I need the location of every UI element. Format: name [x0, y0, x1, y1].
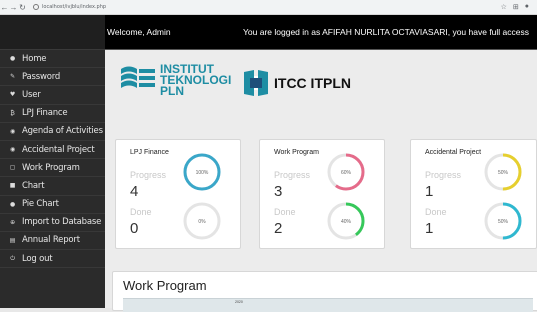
card-accidental-project: Accidental Project Progress 1 Done 1 50%… [410, 139, 537, 249]
sidebar-item-label: Password [22, 71, 61, 82]
work-program-title: Work Program [123, 278, 207, 293]
done-ring: 0% [183, 202, 221, 240]
project-icon: ◉ [9, 146, 16, 154]
card-title: LPJ Finance [130, 149, 169, 156]
forward-icon[interactable]: → [9, 3, 18, 12]
itcc-title: ITCC ITPLN [274, 75, 351, 91]
sidebar-item-pie-chart[interactable]: ● Pie Chart [0, 196, 105, 214]
sidebar-item-label: Accidental Project [22, 144, 95, 155]
logo-line-pln: PLN [160, 83, 184, 98]
itpln-logo: INSTITUT TEKNOLOGI PLN [119, 63, 231, 97]
year-header: 2020 [235, 300, 243, 304]
work-program-icon: ▢ [9, 164, 16, 172]
sidebar-item-annual-report[interactable]: ▤ Annual Report [0, 232, 105, 251]
user-icon: ♥ [9, 91, 16, 99]
account-icon[interactable]: ● [525, 3, 529, 11]
sidebar-item-password[interactable]: ✎ Password [0, 68, 105, 87]
url-text: localhost/ivjblu/index.php [42, 4, 107, 10]
progress-percent: 50% [498, 170, 509, 176]
sidebar-item-accidental-project[interactable]: ◉ Accidental Project [0, 141, 105, 160]
itcc-emblem-icon [244, 70, 268, 96]
done-percent: 40% [341, 219, 352, 225]
done-value: 0 [130, 220, 139, 237]
card-lpj-finance: LPJ Finance Progress 4 Done 0 100% 0% [115, 139, 241, 249]
sidebar-item-home[interactable]: ● Home [0, 50, 105, 69]
sidebar-item-label: Work Program [22, 162, 80, 173]
finance-icon: ₿ [10, 109, 15, 117]
sidebar-item-label: Home [22, 53, 47, 64]
card-title: Accidental Project [425, 149, 482, 156]
sidebar-item-lpj-finance[interactable]: ₿ LPJ Finance [0, 105, 105, 123]
sidebar-item-agenda[interactable]: ◉ Agenda of Activities [0, 123, 105, 141]
sidebar-item-label: User [22, 89, 41, 100]
sidebar-item-label: Log out [22, 253, 53, 264]
sidebar-item-label: LPJ Finance [22, 108, 68, 119]
done-percent: 0% [198, 219, 206, 225]
sidebar-header [0, 15, 105, 50]
card-title: Work Program [274, 149, 319, 156]
logout-icon: ⏻ [10, 254, 15, 262]
done-ring: 50% [484, 202, 522, 240]
main-content: INSTITUT TEKNOLOGI PLN ITCC ITPLN LPJ Fi… [105, 50, 537, 312]
import-icon: ⊕ [10, 218, 15, 226]
done-value: 1 [425, 220, 434, 237]
bookmark-star-icon[interactable]: ☆ [501, 3, 507, 11]
report-icon: ▤ [9, 236, 16, 244]
card-work-program: Work Program Progress 3 Done 2 60% 40% [259, 139, 385, 249]
welcome-text: Welcome, Admin [107, 27, 171, 37]
progress-label: Progress [274, 170, 311, 180]
work-program-table-header: 2020 [123, 298, 533, 312]
pie-chart-icon: ● [9, 200, 16, 208]
progress-percent: 100% [196, 170, 209, 176]
progress-label: Progress [130, 170, 167, 180]
progress-value: 3 [274, 183, 283, 200]
site-info-icon[interactable] [33, 4, 39, 10]
done-percent: 50% [498, 219, 509, 225]
done-label: Done [274, 207, 296, 217]
sidebar-item-chart[interactable]: ■ Chart [0, 177, 105, 196]
done-ring: 40% [327, 202, 365, 240]
done-value: 2 [274, 220, 283, 237]
progress-ring: 60% [327, 153, 365, 191]
progress-ring: 50% [484, 153, 522, 191]
sidebar-item-label: Pie Chart [22, 199, 59, 210]
sidebar-item-label: Annual Report [22, 235, 80, 246]
top-header: Welcome, Admin You are logged in as AFIF… [105, 15, 537, 50]
reload-icon[interactable]: ↻ [18, 3, 27, 12]
address-bar[interactable]: localhost/ivjblu/index.php [33, 4, 106, 10]
sidebar-item-logout[interactable]: ⏻ Log out [0, 250, 105, 269]
sidebar-item-label: Agenda of Activities [22, 126, 103, 137]
progress-value: 1 [425, 183, 434, 200]
progress-percent: 60% [341, 170, 352, 176]
logged-in-text: You are logged in as AFIFAH NURLITA OCTA… [243, 27, 529, 37]
extension-icon[interactable]: ⊞ [513, 3, 519, 11]
agenda-icon: ◉ [9, 127, 16, 135]
sidebar-item-label: Chart [22, 180, 45, 191]
key-icon: ✎ [10, 73, 15, 81]
itcc-logo: ITCC ITPLN [240, 68, 351, 98]
done-label: Done [425, 207, 447, 217]
progress-ring: 100% [183, 153, 221, 191]
progress-label: Progress [425, 170, 462, 180]
chart-icon: ■ [9, 182, 16, 190]
pln-waves-icon [121, 66, 155, 88]
sidebar-item-work-program[interactable]: ▢ Work Program [0, 159, 105, 178]
sidebar-item-user[interactable]: ♥ User [0, 86, 105, 105]
browser-toolbar: ← → ↻ localhost/ivjblu/index.php ☆ ⊞ ● [0, 0, 537, 15]
sidebar: ● Home ✎ Password ♥ User ₿ LPJ Finance ◉… [0, 15, 105, 308]
sidebar-item-import[interactable]: ⊕ Import to Database [0, 214, 105, 232]
home-icon: ● [9, 55, 16, 63]
sidebar-item-label: Import to Database [22, 217, 102, 228]
back-icon[interactable]: ← [0, 3, 9, 12]
work-program-panel: Work Program 2020 [112, 271, 537, 312]
done-label: Done [130, 207, 152, 217]
progress-value: 4 [130, 183, 139, 200]
